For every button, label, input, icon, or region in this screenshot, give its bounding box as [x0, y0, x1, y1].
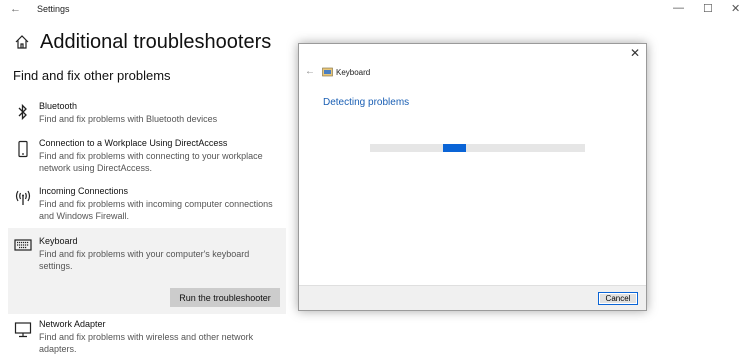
troubleshooter-item-bluetooth[interactable]: Bluetooth Find and fix problems with Blu… — [8, 101, 286, 129]
run-troubleshooter-button[interactable]: Run the troubleshooter — [170, 288, 280, 307]
page-title: Additional troubleshooters — [40, 31, 272, 53]
dialog-back-icon[interactable]: ← — [305, 66, 315, 77]
dialog-troubleshooter-name: Keyboard — [336, 68, 371, 77]
progress-indicator — [443, 144, 466, 152]
window-title: Settings — [37, 4, 70, 14]
keyboard-troubleshooter-icon — [322, 67, 333, 77]
monitor-icon — [14, 322, 32, 338]
item-description: Find and fix problems with wireless and … — [39, 332, 254, 354]
item-description: Find and fix problems with incoming comp… — [39, 199, 273, 221]
troubleshooter-item-network-adapter[interactable]: Network Adapter Find and fix problems wi… — [8, 319, 286, 354]
dialog-footer: Cancel — [299, 285, 646, 310]
phone-icon — [18, 140, 28, 158]
item-name: Incoming Connections — [39, 186, 129, 196]
item-description: Find and fix problems with your computer… — [39, 249, 250, 271]
troubleshooter-item-incoming-connections[interactable]: Incoming Connections Find and fix proble… — [8, 186, 286, 226]
home-icon[interactable] — [14, 34, 30, 50]
back-arrow-icon[interactable]: ← — [10, 3, 21, 15]
minimize-icon[interactable]: — — [673, 2, 684, 14]
maximize-icon[interactable]: ☐ — [703, 2, 713, 15]
troubleshooter-dialog: ✕ ← Keyboard Detecting problems Cancel — [298, 43, 647, 311]
cancel-button[interactable]: Cancel — [598, 292, 638, 305]
antenna-icon — [15, 190, 31, 205]
item-description: Find and fix problems with Bluetooth dev… — [39, 114, 218, 124]
item-description: Find and fix problems with connecting to… — [39, 151, 263, 173]
item-name: Network Adapter — [39, 319, 106, 329]
item-name: Connection to a Workplace Using DirectAc… — [39, 138, 228, 148]
progress-bar — [370, 144, 585, 152]
troubleshooter-item-directaccess[interactable]: Connection to a Workplace Using DirectAc… — [8, 138, 286, 178]
bluetooth-icon — [18, 103, 27, 121]
item-name: Keyboard — [39, 236, 78, 246]
dialog-close-icon[interactable]: ✕ — [630, 46, 640, 60]
troubleshooter-item-keyboard[interactable]: Keyboard Find and fix problems with your… — [8, 228, 286, 314]
section-title: Find and fix other problems — [13, 68, 171, 83]
dialog-status-heading: Detecting problems — [323, 97, 410, 108]
title-bar: ← Settings — ☐ ✕ — [0, 0, 750, 18]
close-icon[interactable]: ✕ — [731, 2, 740, 15]
item-name: Bluetooth — [39, 101, 78, 111]
keyboard-icon — [14, 239, 32, 251]
